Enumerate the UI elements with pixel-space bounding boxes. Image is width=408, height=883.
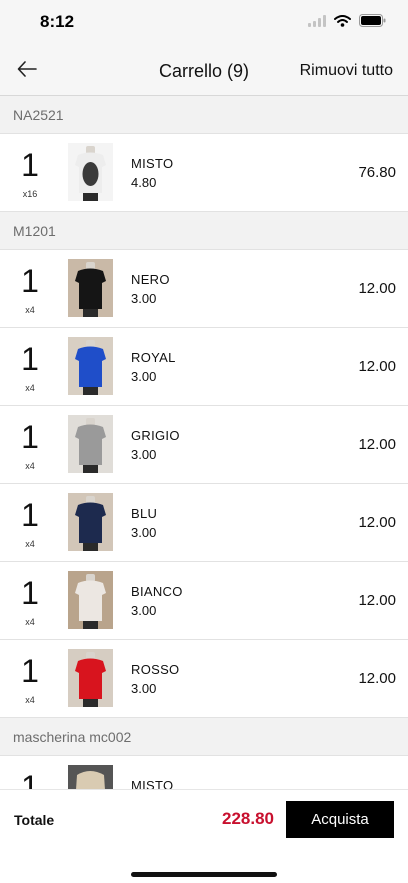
quantity: 1 — [21, 769, 39, 789]
group-header: NA2521 — [0, 96, 408, 134]
item-unit-price: 3.00 — [131, 681, 157, 696]
item-unit-price: 3.00 — [131, 447, 157, 462]
cart-item[interactable]: 1 x4 NERO 3.00 12.00 — [0, 250, 408, 328]
item-unit-price: 3.00 — [131, 603, 157, 618]
cart-item[interactable]: 1 x4 BIANCO 3.00 12.00 — [0, 562, 408, 640]
group-header: mascherina mc002 — [0, 718, 408, 756]
item-name: BLU — [131, 506, 158, 521]
item-unit-price: 4.80 — [131, 175, 157, 190]
footer: Totale 228.80 Acquista — [0, 789, 408, 883]
cart-item[interactable]: 1MISTO2.00 — [0, 756, 408, 789]
printed-shirt-thumbnail — [68, 143, 113, 201]
total-label: Totale — [14, 812, 55, 828]
shirt-thumbnail — [68, 649, 113, 707]
total-value: 228.80 — [222, 809, 274, 828]
cart-item[interactable]: 1 x4 GRIGIO 3.00 12.00 — [0, 406, 408, 484]
cart-item[interactable]: 1 x4 ROSSO 3.00 12.00 — [0, 640, 408, 718]
item-name: NERO — [131, 272, 170, 287]
battery-icon — [359, 14, 386, 32]
item-name: GRIGIO — [131, 428, 180, 443]
status-time: 8:12 — [40, 12, 75, 31]
item-unit-price: 3.00 — [131, 525, 157, 540]
quantity-multiplier: x4 — [25, 461, 35, 471]
item-unit-price: 3.00 — [131, 369, 157, 384]
item-name: BIANCO — [131, 584, 183, 599]
mask-thumbnail — [68, 765, 113, 789]
item-name: ROYAL — [131, 350, 176, 365]
home-indicator — [131, 872, 277, 877]
remove-all-button[interactable]: Rimuovi tutto — [300, 62, 393, 80]
quantity: 1 — [21, 263, 39, 299]
cart-item[interactable]: 1 x4 BLU 3.00 12.00 — [0, 484, 408, 562]
quantity: 1 — [21, 341, 39, 377]
item-name: MISTO — [131, 778, 174, 789]
wifi-icon — [334, 14, 351, 32]
item-total: 12.00 — [358, 514, 396, 531]
navigation-bar: Carrello (9) Rimuovi tutto — [0, 46, 408, 96]
shirt-thumbnail — [68, 415, 113, 473]
quantity: 1 — [21, 497, 39, 533]
item-name: MISTO — [131, 156, 174, 171]
cart-item[interactable]: 1 x16 MISTO 4.80 76.80 — [0, 134, 408, 212]
item-total: 12.00 — [358, 358, 396, 375]
quantity: 1 — [21, 147, 39, 183]
buy-button[interactable]: Acquista — [286, 801, 394, 838]
cart-item[interactable]: 1 x4 ROYAL 3.00 12.00 — [0, 328, 408, 406]
item-name: ROSSO — [131, 662, 180, 677]
group-header: M1201 — [0, 212, 408, 250]
quantity-multiplier: x4 — [25, 617, 35, 627]
quantity: 1 — [21, 419, 39, 455]
quantity-multiplier: x4 — [25, 695, 35, 705]
item-total: 76.80 — [358, 164, 396, 181]
shirt-thumbnail — [68, 493, 113, 551]
quantity-multiplier: x4 — [25, 305, 35, 315]
status-bar: 8:12 — [0, 0, 408, 46]
quantity-multiplier: x4 — [25, 539, 35, 549]
item-total: 12.00 — [358, 280, 396, 297]
quantity-multiplier: x4 — [25, 383, 35, 393]
quantity: 1 — [21, 653, 39, 689]
item-total: 12.00 — [358, 670, 396, 687]
item-total: 12.00 — [358, 592, 396, 609]
shirt-thumbnail — [68, 259, 113, 317]
quantity-multiplier: x16 — [22, 189, 38, 199]
signal-icon — [308, 14, 326, 32]
item-total: 12.00 — [358, 436, 396, 453]
cart-list[interactable]: NA2521 1 x16 MISTO 4.80 76.80 M1201 1 x4 NERO 3.00… — [0, 96, 408, 789]
status-icons — [308, 14, 386, 32]
shirt-thumbnail — [68, 571, 113, 629]
quantity: 1 — [21, 575, 39, 611]
item-unit-price: 3.00 — [131, 291, 157, 306]
shirt-thumbnail — [68, 337, 113, 395]
